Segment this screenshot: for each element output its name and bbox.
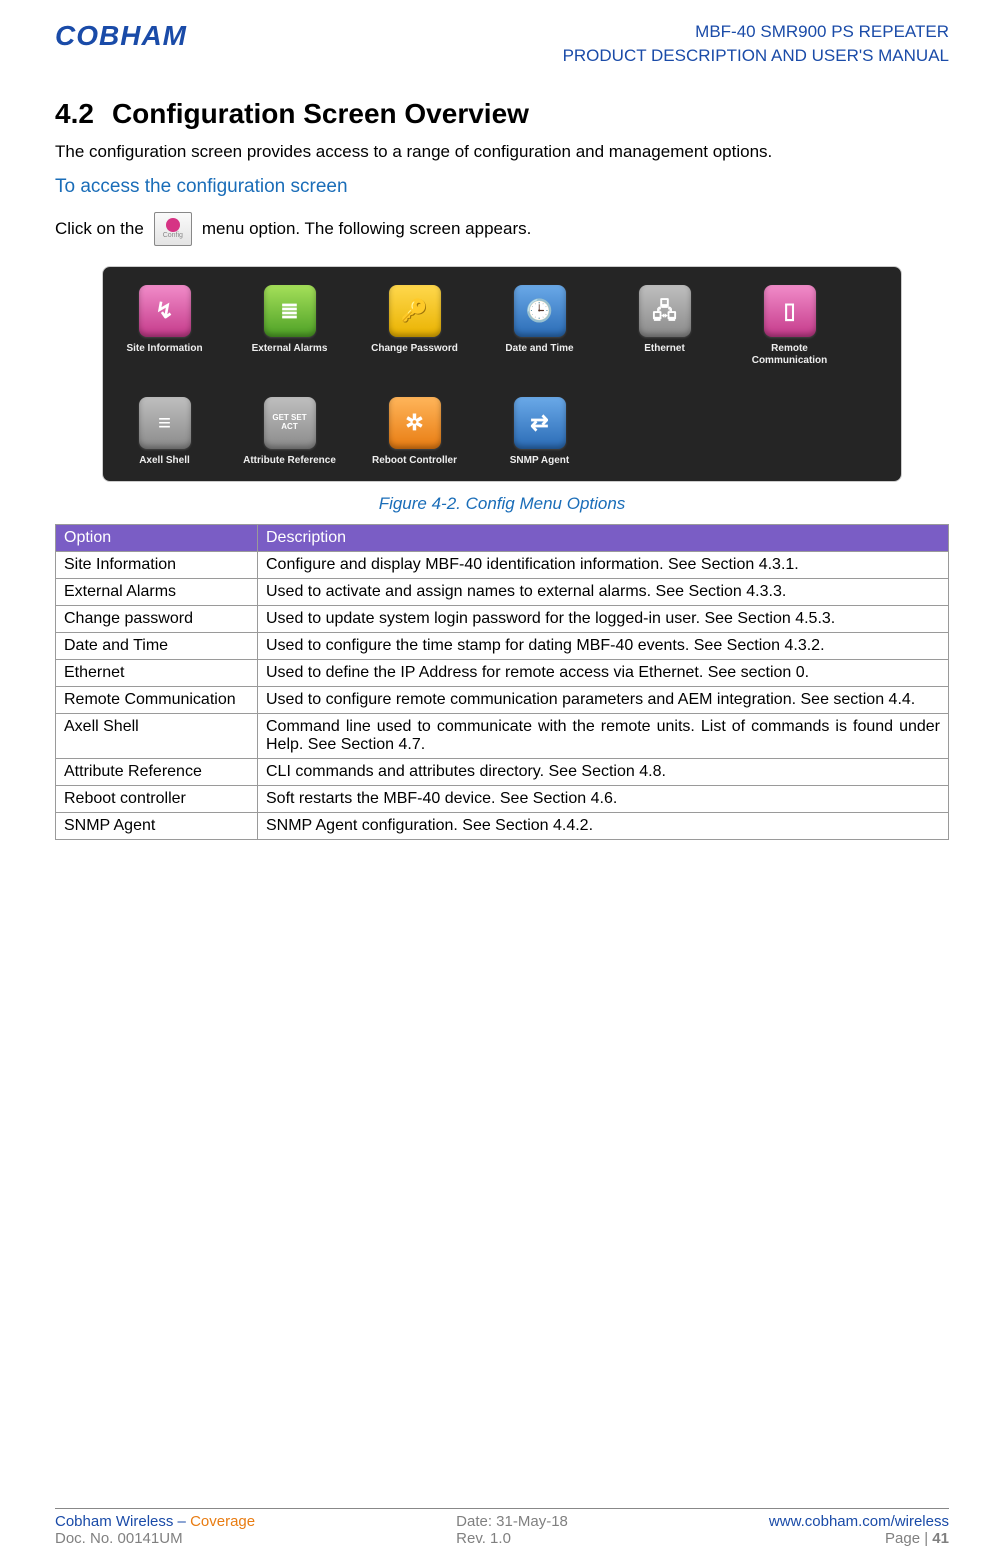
config-menu-screenshot: ↯ Site Information ≣ External Alarms 🔑 Change… <box>102 266 902 482</box>
table-header-option: Option <box>56 524 258 551</box>
menu-icon-change-password[interactable]: 🔑 Change Password <box>367 285 462 367</box>
click-post-text: menu option. The following screen appear… <box>202 219 532 239</box>
footer-date: Date: 31-May-18 <box>456 1513 568 1530</box>
option-cell: Remote Communication <box>56 686 258 713</box>
app-icon: 🖧 <box>639 285 691 337</box>
option-cell: Axell Shell <box>56 713 258 758</box>
doc-title-line1: MBF-40 SMR900 PS REPEATER <box>563 20 949 44</box>
app-icon: ⇄ <box>514 397 566 449</box>
logo-text: COBHAM <box>55 20 187 52</box>
gear-icon <box>166 218 180 232</box>
click-pre-text: Click on the <box>55 219 144 239</box>
app-icon: ≣ <box>264 285 316 337</box>
description-cell: Command line used to communicate with th… <box>258 713 949 758</box>
menu-icon-external-alarms[interactable]: ≣ External Alarms <box>242 285 337 367</box>
table-row: SNMP AgentSNMP Agent configuration. See … <box>56 812 949 839</box>
app-icon: ↯ <box>139 285 191 337</box>
section-number: 4.2 <box>55 98 94 129</box>
menu-icon-label: Attribute Reference <box>243 455 336 467</box>
option-cell: Date and Time <box>56 632 258 659</box>
footer-page-number: 41 <box>932 1530 949 1547</box>
table-row: Site InformationConfigure and display MB… <box>56 551 949 578</box>
table-header-description: Description <box>258 524 949 551</box>
option-cell: Site Information <box>56 551 258 578</box>
menu-icon-ethernet[interactable]: 🖧 Ethernet <box>617 285 712 367</box>
menu-icon-attribute-reference[interactable]: GET SET ACT Attribute Reference <box>242 397 337 467</box>
click-instruction: Click on the Config menu option. The fol… <box>55 212 949 246</box>
option-cell: Change password <box>56 605 258 632</box>
app-icon: 🔑 <box>389 285 441 337</box>
app-icon: ✲ <box>389 397 441 449</box>
app-icon: 🕒 <box>514 285 566 337</box>
footer-company: Cobham Wireless <box>55 1513 173 1530</box>
app-icon: ▯ <box>764 285 816 337</box>
config-menu-icon[interactable]: Config <box>154 212 192 246</box>
table-row: External AlarmsUsed to activate and assi… <box>56 578 949 605</box>
section-title: Configuration Screen Overview <box>112 98 529 129</box>
option-cell: External Alarms <box>56 578 258 605</box>
footer-page-label: Page | <box>885 1530 932 1547</box>
intro-paragraph: The configuration screen provides access… <box>55 142 949 162</box>
footer-rev: Rev. 1.0 <box>456 1530 568 1547</box>
menu-icon-label: Ethernet <box>644 343 685 355</box>
menu-icon-label: Site Information <box>126 343 202 355</box>
option-cell: SNMP Agent <box>56 812 258 839</box>
table-row: Axell ShellCommand line used to communic… <box>56 713 949 758</box>
table-row: Date and TimeUsed to configure the time … <box>56 632 949 659</box>
table-row: EthernetUsed to define the IP Address fo… <box>56 659 949 686</box>
description-cell: Configure and display MBF-40 identificat… <box>258 551 949 578</box>
table-row: Change passwordUsed to update system log… <box>56 605 949 632</box>
option-cell: Reboot controller <box>56 785 258 812</box>
footer-url: www.cobham.com/wireless <box>769 1513 949 1530</box>
figure-caption: Figure 4-2. Config Menu Options <box>55 494 949 514</box>
subheading: To access the configuration screen <box>55 176 949 198</box>
description-cell: Used to configure the time stamp for dat… <box>258 632 949 659</box>
doc-title-block: MBF-40 SMR900 PS REPEATER PRODUCT DESCRI… <box>563 20 949 68</box>
doc-title-line2: PRODUCT DESCRIPTION AND USER'S MANUAL <box>563 44 949 68</box>
page-header: COBHAM MBF-40 SMR900 PS REPEATER PRODUCT… <box>55 20 949 68</box>
description-cell: Used to activate and assign names to ext… <box>258 578 949 605</box>
description-cell: SNMP Agent configuration. See Section 4.… <box>258 812 949 839</box>
description-cell: Used to define the IP Address for remote… <box>258 659 949 686</box>
app-icon: GET SET ACT <box>264 397 316 449</box>
page-footer: Cobham Wireless – Coverage Doc. No. 0014… <box>55 1508 949 1547</box>
table-row: Reboot controllerSoft restarts the MBF-4… <box>56 785 949 812</box>
footer-page: Page | 41 <box>769 1530 949 1547</box>
option-cell: Ethernet <box>56 659 258 686</box>
menu-icon-label: Date and Time <box>505 343 573 355</box>
description-cell: Used to update system login password for… <box>258 605 949 632</box>
table-row: Attribute ReferenceCLI commands and attr… <box>56 758 949 785</box>
description-cell: CLI commands and attributes directory. S… <box>258 758 949 785</box>
menu-icon-site-information[interactable]: ↯ Site Information <box>117 285 212 367</box>
table-row: Remote CommunicationUsed to configure re… <box>56 686 949 713</box>
options-table: Option Description Site InformationConfi… <box>55 524 949 840</box>
footer-sep: – <box>173 1513 190 1530</box>
config-icon-label: Config <box>163 232 183 239</box>
description-cell: Soft restarts the MBF-40 device. See Sec… <box>258 785 949 812</box>
menu-icon-snmp-agent[interactable]: ⇄ SNMP Agent <box>492 397 587 467</box>
menu-icon-label: External Alarms <box>252 343 328 355</box>
menu-icon-label: Axell Shell <box>139 455 190 467</box>
menu-icon-axell-shell[interactable]: ≡ Axell Shell <box>117 397 212 467</box>
description-cell: Used to configure remote communication p… <box>258 686 949 713</box>
footer-coverage: Coverage <box>190 1513 255 1530</box>
app-icon: ≡ <box>139 397 191 449</box>
menu-icon-label: Change Password <box>371 343 458 355</box>
menu-icon-label: Remote Communication <box>742 343 837 367</box>
menu-icon-reboot-controller[interactable]: ✲ Reboot Controller <box>367 397 462 467</box>
option-cell: Attribute Reference <box>56 758 258 785</box>
footer-left-line1: Cobham Wireless – Coverage <box>55 1513 255 1530</box>
menu-icon-label: Reboot Controller <box>372 455 457 467</box>
menu-icon-date-and-time[interactable]: 🕒 Date and Time <box>492 285 587 367</box>
section-heading: 4.2 Configuration Screen Overview <box>55 98 949 130</box>
footer-doc-no: Doc. No. 00141UM <box>55 1530 255 1547</box>
menu-icon-label: SNMP Agent <box>510 455 569 467</box>
menu-icon-remote-communication[interactable]: ▯ Remote Communication <box>742 285 837 367</box>
